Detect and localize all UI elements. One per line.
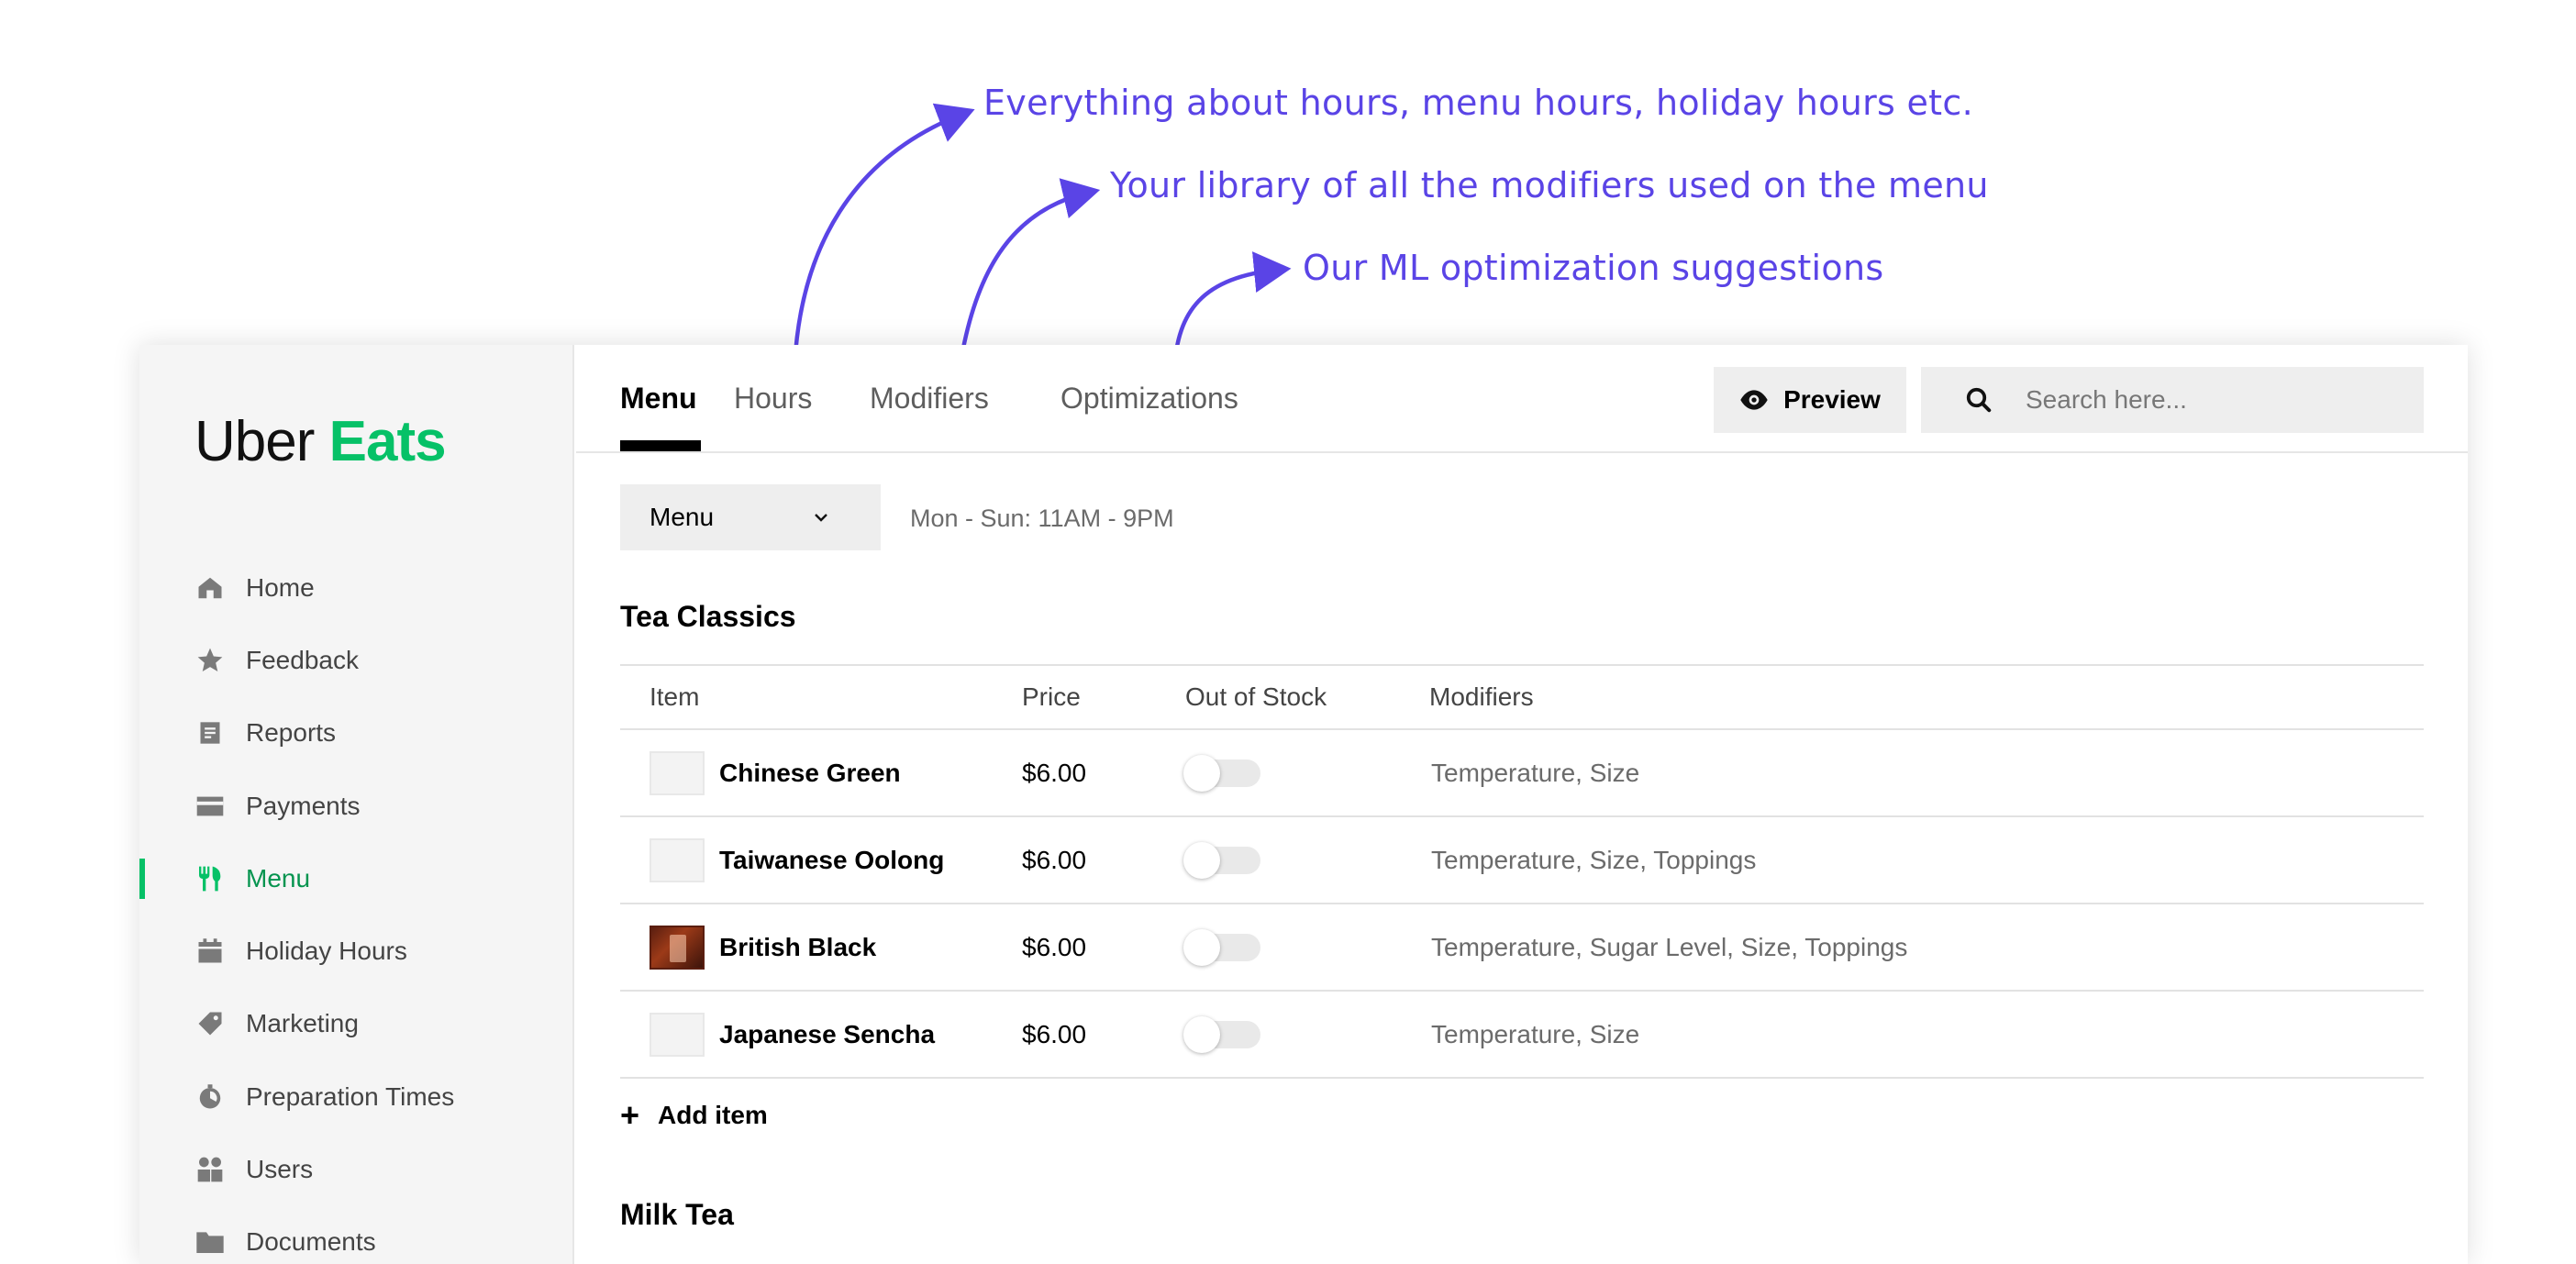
item-modifiers: Temperature, Sugar Level, Size, Toppings [1431,932,1908,961]
sidebar-item-users[interactable]: Users [139,1133,574,1205]
out-of-stock-toggle[interactable] [1183,1015,1260,1053]
sidebar-item-label: Home [246,572,315,602]
sidebar-item-label: Documents [246,1227,376,1257]
card-icon [194,791,226,822]
preview-label: Preview [1783,385,1881,414]
item-modifiers: Temperature, Size [1431,1019,1640,1048]
tab-optimizations[interactable]: Optimizations [1060,382,1238,416]
sidebar-item-feedback[interactable]: Feedback [139,624,574,696]
utensils-icon [194,863,226,894]
annotation-hours: Everything about hours, menu hours, holi… [983,83,1973,123]
sidebar-item-label: Menu [246,863,311,893]
item-name: Taiwanese Oolong [719,845,945,874]
tag-icon [194,1008,226,1039]
arrow-modifiers [957,178,1101,370]
home-icon [194,572,226,604]
sidebar-item-label: Reports [246,718,337,748]
sidebar-item-label: Holiday Hours [246,937,407,966]
sidebar-item-label: Marketing [246,1009,359,1038]
arrow-hours [792,103,975,370]
item-image-placeholder[interactable] [650,837,705,882]
sidebar-item-label: Payments [246,791,361,820]
sidebar: Uber Eats Home Feedback Reports Payments… [139,345,574,1264]
item-price: $6.00 [1022,758,1087,787]
menu-dropdown-value: Menu [650,503,715,531]
main-content: Menu Hours Modifiers Optimizations Previ… [576,345,2468,1264]
calendar-icon [194,936,226,967]
section-title: Tea Classics [620,600,796,633]
sidebar-item-label: Users [246,1155,314,1184]
item-photo[interactable] [650,925,705,970]
sidebar-item-label: Preparation Times [246,1081,455,1111]
uber-eats-logo[interactable]: Uber Eats [194,409,447,474]
out-of-stock-toggle[interactable] [1183,754,1260,792]
sidebar-item-documents[interactable]: Documents [139,1206,574,1264]
top-bar: Menu Hours Modifiers Optimizations Previ… [576,345,2468,453]
add-item-button[interactable]: + Add item [620,1099,768,1132]
search-box[interactable] [1921,367,2424,433]
table-row[interactable]: Japanese Sencha $6.00 Temperature, Size [620,992,2424,1079]
sidebar-item-home[interactable]: Home [139,551,574,624]
annotation-optimizations: Our ML optimization suggestions [1303,248,1884,288]
column-header-item: Item [650,682,700,711]
item-price: $6.00 [1022,845,1087,874]
tab-hours[interactable]: Hours [734,382,812,416]
logo-word-uber: Uber [194,410,315,473]
star-icon [194,645,226,676]
tab-modifiers[interactable]: Modifiers [870,382,989,416]
table-row[interactable]: Taiwanese Oolong $6.00 Temperature, Size… [620,817,2424,904]
item-name: British Black [719,932,877,961]
item-image-placeholder[interactable] [650,750,705,795]
item-price: $6.00 [1022,1019,1087,1048]
logo-word-eats: Eats [328,410,447,473]
sidebar-item-holiday-hours[interactable]: Holiday Hours [139,915,574,987]
menu-dropdown[interactable]: Menu [620,484,881,550]
eye-icon [1740,390,1768,410]
sidebar-item-reports[interactable]: Reports [139,697,574,770]
active-tab-indicator [620,440,701,451]
table-row[interactable]: Chinese Green $6.00 Temperature, Size [620,730,2424,817]
preview-button[interactable]: Preview [1714,367,1906,433]
sidebar-item-preparation-times[interactable]: Preparation Times [139,1060,574,1133]
add-item-label: Add item [658,1101,768,1129]
item-name: Chinese Green [719,758,901,787]
item-image-placeholder[interactable] [650,1012,705,1057]
sidebar-item-marketing[interactable]: Marketing [139,988,574,1060]
menu-hours-text: Mon - Sun: 11AM - 9PM [910,504,1174,532]
out-of-stock-toggle[interactable] [1183,841,1260,879]
plus-icon: + [620,1096,640,1134]
items-table: Item Price Out of Stock Modifiers Chines… [620,664,2424,1079]
item-modifiers: Temperature, Size, Toppings [1431,845,1757,874]
table-row[interactable]: British Black $6.00 Temperature, Sugar L… [620,904,2424,992]
folder-icon [194,1226,226,1258]
column-header-modifiers: Modifiers [1429,682,1534,711]
item-name: Japanese Sencha [719,1019,936,1048]
search-icon [1965,386,1993,414]
sidebar-item-label: Feedback [246,645,359,674]
tab-menu[interactable]: Menu [620,382,697,416]
annotations: Everything about hours, menu hours, holi… [0,0,2576,370]
sidebar-nav: Home Feedback Reports Payments Menu Holi… [139,551,574,1264]
table-header: Item Price Out of Stock Modifiers [620,666,2424,730]
sidebar-item-payments[interactable]: Payments [139,770,574,842]
search-input[interactable] [2026,385,2356,415]
section-title: Milk Tea [620,1198,734,1231]
app-window: Uber Eats Home Feedback Reports Payments… [139,345,2468,1264]
users-icon [194,1154,226,1185]
column-header-price: Price [1022,682,1081,711]
out-of-stock-toggle[interactable] [1183,928,1260,966]
timer-icon [194,1081,226,1113]
item-modifiers: Temperature, Size [1431,758,1640,787]
item-price: $6.00 [1022,932,1087,961]
sidebar-item-menu[interactable]: Menu [139,842,574,915]
document-icon [194,717,226,748]
column-header-out-of-stock: Out of Stock [1185,682,1327,711]
annotation-modifiers: Your library of all the modifiers used o… [1110,165,1989,205]
chevron-down-icon [815,514,827,522]
